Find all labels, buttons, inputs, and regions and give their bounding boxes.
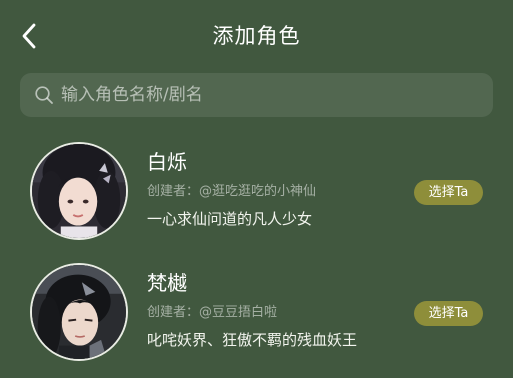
select-role-button[interactable]: 选择Ta (414, 180, 483, 205)
role-creator[interactable]: 创建者：@逛吃逛吃的小神仙 (147, 183, 316, 201)
page-title: 添加角色 (212, 24, 301, 48)
role-creator[interactable]: 创建者：@豆豆捂白啦 (147, 304, 277, 322)
avatar (30, 142, 128, 240)
role-card-fan-yue[interactable]: 梵樾 创建者：@豆豆捂白啦 叱咤妖界、狂傲不羁的残血妖王 选择Ta (0, 263, 513, 373)
search-bar[interactable] (20, 73, 493, 117)
search-icon (34, 85, 54, 105)
search-input[interactable] (61, 73, 493, 117)
avatar (30, 263, 128, 361)
role-card-bai-shuo[interactable]: 白烁 创建者：@逛吃逛吃的小神仙 一心求仙问道的凡人少女 选择Ta (0, 142, 513, 252)
add-role-page: 添加角色 输入角色名称/剧名 白烁 创建者：@逛吃逛吃的小神仙 一心求仙问道的凡… (0, 0, 513, 378)
header: 添加角色 (0, 0, 513, 68)
role-name: 白烁 (147, 150, 187, 174)
role-description: 一心求仙问道的凡人少女 (147, 210, 313, 228)
select-role-button[interactable]: 选择Ta (414, 301, 483, 326)
role-description: 叱咤妖界、狂傲不羁的残血妖王 (147, 331, 358, 349)
role-name: 梵樾 (147, 271, 187, 295)
